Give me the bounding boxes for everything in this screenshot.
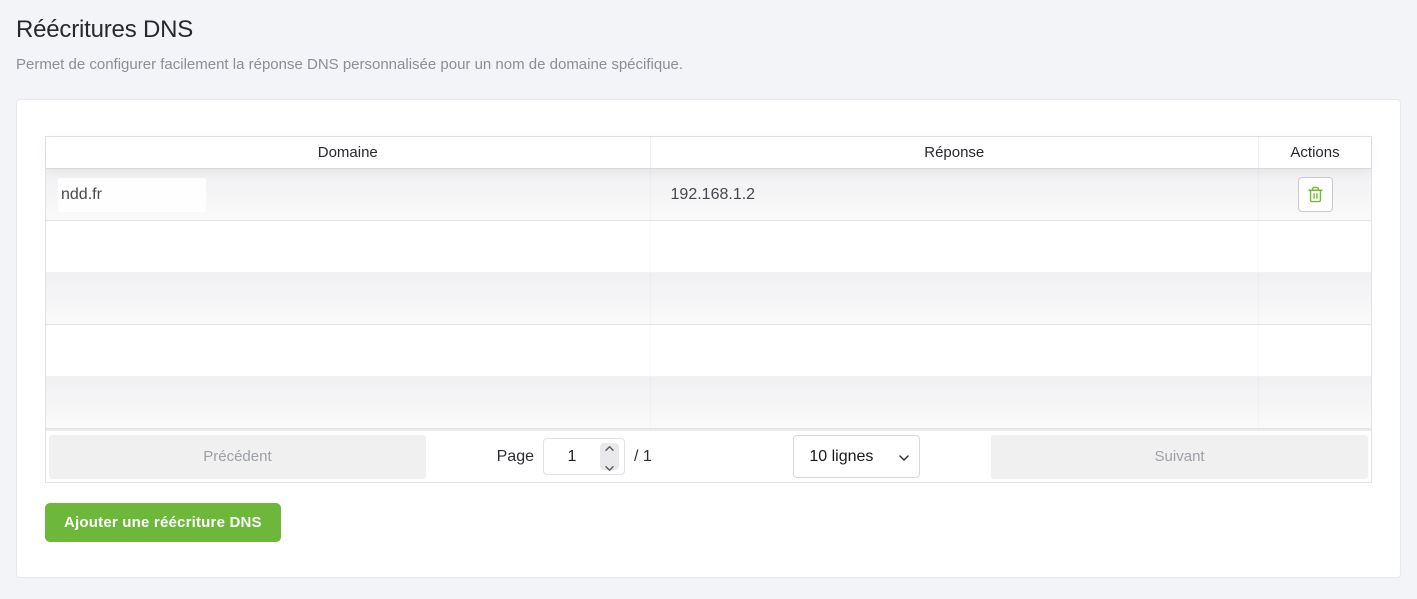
domain-cell: ndd.fr: [46, 169, 650, 220]
chevron-up-icon: [605, 438, 614, 456]
table-header-row: Domaine Réponse Actions: [46, 137, 1371, 169]
table-row: ndd.fr 192.168.1.2: [46, 169, 1371, 221]
actions-cell: [1258, 169, 1371, 220]
dns-rewrites-card: Domaine Réponse Actions ndd.fr 192.168.1…: [16, 99, 1401, 578]
total-pages-label: / 1: [634, 447, 652, 465]
dns-rewrites-table: Domaine Réponse Actions ndd.fr 192.168.1…: [45, 136, 1372, 483]
page-size-select-wrap: 10 lignes: [793, 435, 921, 478]
page-size-select[interactable]: 10 lignes: [793, 435, 921, 478]
previous-page-button[interactable]: Précédent: [49, 434, 426, 479]
page-number-stepper[interactable]: [600, 443, 619, 471]
page-label: Page: [496, 447, 534, 465]
add-rewrite-button[interactable]: Ajouter une réécriture DNS: [45, 503, 281, 542]
domain-value: ndd.fr: [58, 177, 206, 212]
pagination-bar: Précédent Page 1 / 1 10 lignes Suivant: [46, 429, 1371, 482]
pagination-previous-section: Précédent: [49, 434, 426, 479]
table-row-empty: [46, 325, 1371, 377]
page-number-input[interactable]: [544, 447, 600, 466]
pagination-next-section: Suivant: [991, 434, 1368, 479]
page-header: Réécritures DNS Permet de configurer fac…: [0, 0, 1417, 73]
delete-rewrite-button[interactable]: [1297, 177, 1333, 212]
table-body: ndd.fr 192.168.1.2: [46, 169, 1371, 429]
page-title: Réécritures DNS: [16, 16, 194, 43]
response-value: 192.168.1.2: [670, 185, 756, 203]
column-header-response[interactable]: Réponse: [649, 137, 1258, 168]
page-number-group: Page / 1: [497, 438, 652, 475]
page-subtitle: Permet de configurer facilement la répon…: [16, 56, 684, 73]
trash-icon: [1307, 186, 1324, 203]
table-row-empty: [46, 273, 1371, 325]
column-header-actions: Actions: [1258, 137, 1371, 168]
pagination-center-section: Page / 1: [426, 435, 991, 478]
table-row-empty: [46, 221, 1371, 273]
chevron-down-icon: [605, 458, 614, 476]
response-cell: 192.168.1.2: [650, 169, 1258, 220]
column-header-domain[interactable]: Domaine: [46, 137, 650, 168]
next-page-button[interactable]: Suivant: [991, 434, 1368, 479]
page-number-input-box: [543, 438, 625, 475]
table-row-empty: [46, 377, 1371, 429]
